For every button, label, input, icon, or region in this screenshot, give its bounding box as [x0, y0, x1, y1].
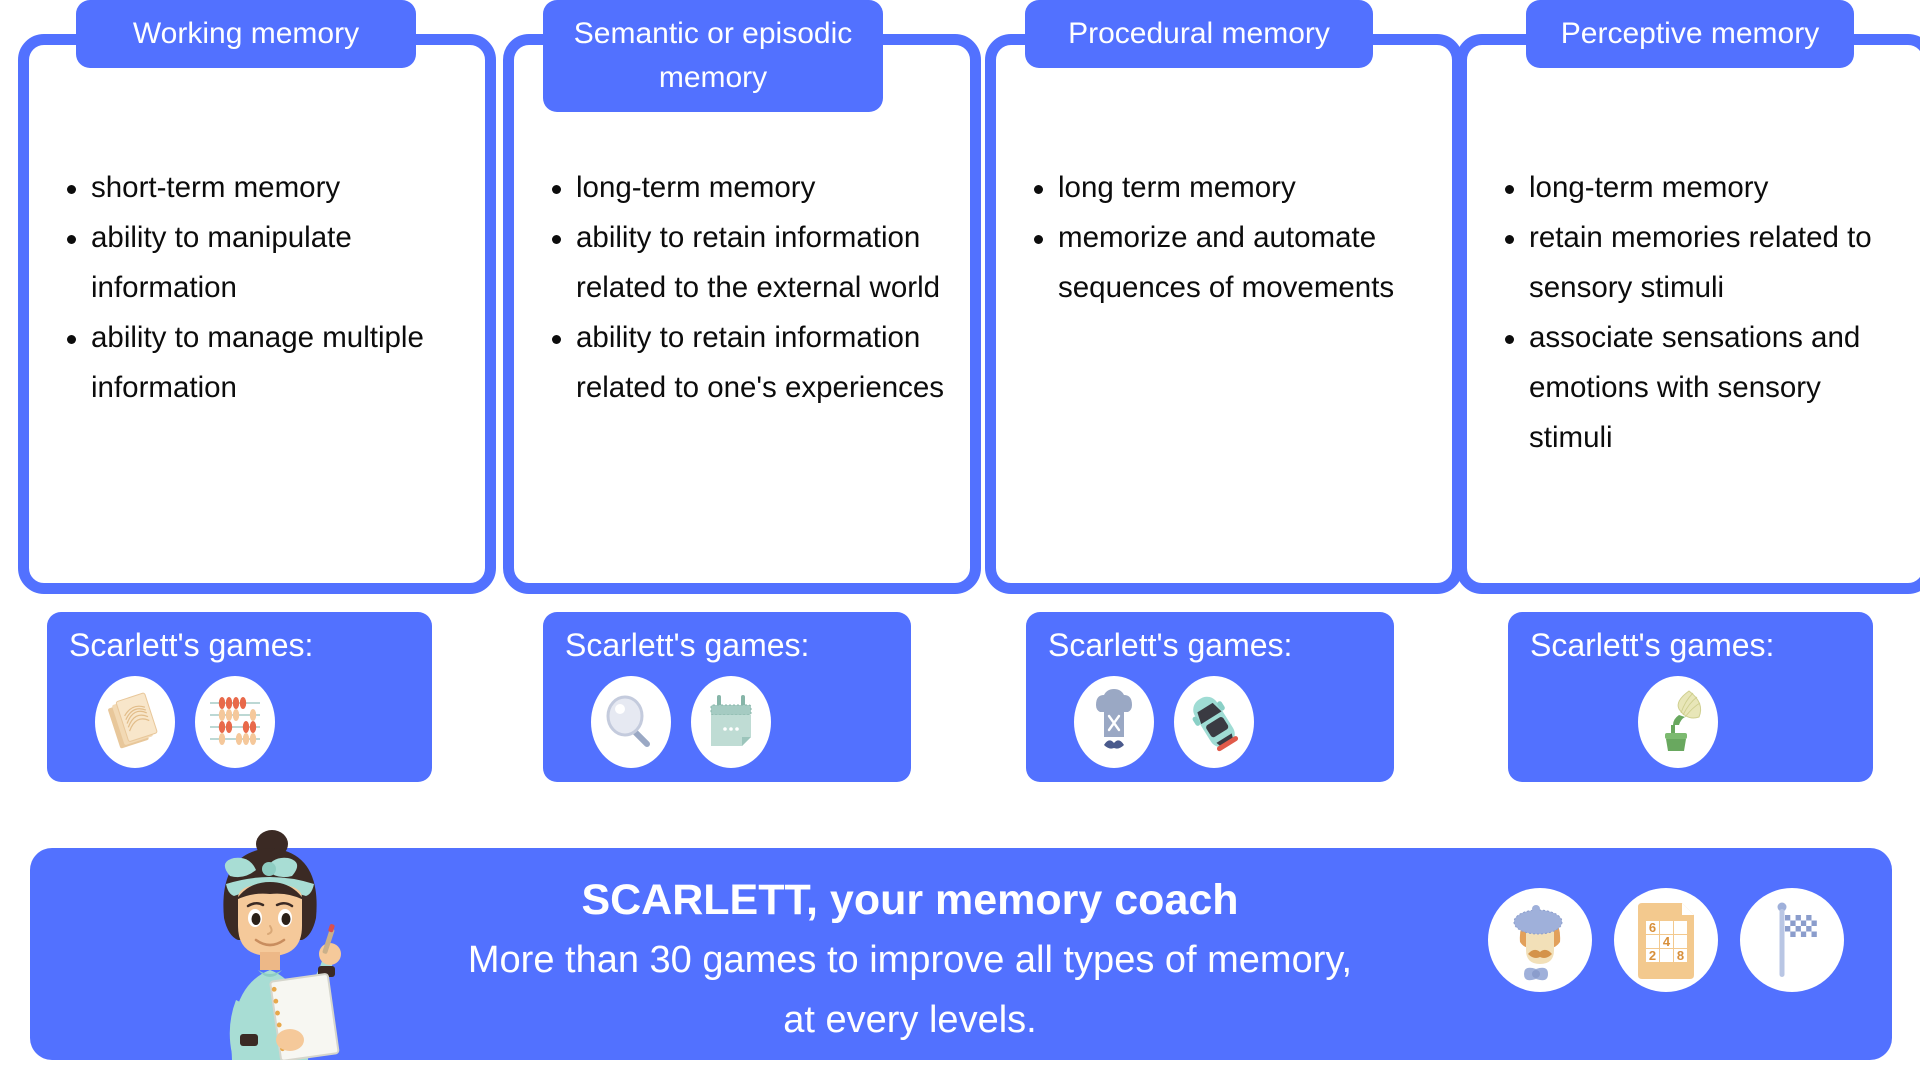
games-box-working: Scarlett's games: [47, 612, 432, 782]
list-item: memorize and automate sequences of movem… [1024, 213, 1438, 313]
scarlett-coach-avatar [180, 826, 360, 1062]
gentleman-face-icon[interactable] [1488, 888, 1592, 992]
memory-card-procedural: long term memory memorize and automate s… [985, 0, 1463, 594]
list-item: long-term memory [1495, 163, 1909, 213]
card-bullet-list: long-term memory ability to retain infor… [542, 163, 956, 413]
banner-title: SCARLETT, your memory coach [581, 876, 1239, 924]
scarlett-banner: SCARLETT, your memory coach More than 30… [30, 830, 1892, 1062]
sudoku-cell-0: 6 [1649, 920, 1656, 935]
infographic-canvas: short-term memory ability to manipulate … [0, 0, 1920, 1080]
list-item: ability to manipulate information [57, 213, 471, 313]
sudoku-cell-6: 2 [1649, 948, 1656, 963]
card-title-working: Working memory [76, 0, 416, 68]
car-icon[interactable] [1174, 676, 1254, 768]
sudoku-cell-8: 8 [1677, 948, 1684, 963]
magnifier-icon[interactable] [591, 676, 671, 768]
card-body: long term memory memorize and automate s… [985, 34, 1463, 594]
games-box-semantic-episodic: Scarlett's games: [543, 612, 911, 782]
games-icon-group [1026, 666, 1394, 768]
memory-card-semantic-episodic: long-term memory ability to retain infor… [503, 0, 981, 594]
games-label: Scarlett's games: [69, 627, 314, 663]
games-box-procedural: Scarlett's games: [1026, 612, 1394, 782]
games-icon-group [543, 666, 911, 768]
banner-subtitle: More than 30 games to improve all types … [467, 939, 1353, 1041]
card-bullet-list: long-term memory retain memories related… [1495, 163, 1909, 463]
banner-text-block: SCARLETT, your memory coach More than 30… [460, 870, 1360, 1050]
games-icon-group [1508, 666, 1873, 768]
chef-icon[interactable] [1074, 676, 1154, 768]
checkered-flag-icon[interactable] [1740, 888, 1844, 992]
card-title-semantic-episodic: Semantic or episodic memory [543, 0, 883, 112]
games-label: Scarlett's games: [565, 627, 810, 663]
list-item: ability to retain information related to… [542, 213, 956, 313]
cards-icon[interactable] [95, 676, 175, 768]
card-title-procedural: Procedural memory [1025, 0, 1373, 68]
card-bullet-list: long term memory memorize and automate s… [1024, 163, 1438, 313]
abacus-icon[interactable] [195, 676, 275, 768]
calendar-icon[interactable] [691, 676, 771, 768]
games-icon-group [47, 666, 432, 768]
sudoku-grid-icon[interactable]: 6 4 2 8 [1614, 888, 1718, 992]
list-item: ability to retain information related to… [542, 313, 956, 413]
scarletts-games-row: Scarlett's games: Scarlett's games: Scar… [0, 612, 1920, 817]
memory-card-working: short-term memory ability to manipulate … [18, 0, 496, 594]
list-item: long-term memory [542, 163, 956, 213]
list-item: associate sensations and emotions with s… [1495, 313, 1909, 463]
card-body: long-term memory ability to retain infor… [503, 34, 981, 594]
memory-cards-row: short-term memory ability to manipulate … [0, 0, 1920, 600]
banner-icon-group: 6 4 2 8 [1488, 888, 1844, 992]
list-item: long term memory [1024, 163, 1438, 213]
gramophone-icon[interactable] [1638, 676, 1718, 768]
games-label: Scarlett's games: [1048, 627, 1293, 663]
list-item: ability to manage multiple information [57, 313, 471, 413]
card-bullet-list: short-term memory ability to manipulate … [57, 163, 471, 413]
card-body: short-term memory ability to manipulate … [18, 34, 496, 594]
games-box-perceptive: Scarlett's games: [1508, 612, 1873, 782]
card-title-perceptive: Perceptive memory [1526, 0, 1854, 68]
card-body: long-term memory retain memories related… [1456, 34, 1920, 594]
sudoku-cell-4: 4 [1663, 934, 1671, 949]
list-item: retain memories related to sensory stimu… [1495, 213, 1909, 313]
memory-card-perceptive: long-term memory retain memories related… [1456, 0, 1920, 594]
games-label: Scarlett's games: [1530, 627, 1775, 663]
list-item: short-term memory [57, 163, 471, 213]
